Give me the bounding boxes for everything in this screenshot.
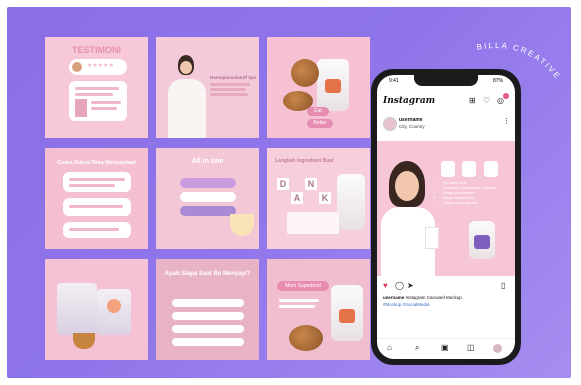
wheat-icon	[441, 161, 455, 177]
faq-line	[172, 338, 244, 346]
text-line	[279, 299, 319, 302]
caption-hashtags[interactable]: #Mockup #SocialMedia	[383, 302, 430, 307]
post-username[interactable]: username	[399, 117, 423, 123]
info-card	[63, 172, 131, 192]
tile-title: All in one	[191, 158, 224, 165]
flower-icon	[107, 299, 121, 313]
text-line	[75, 93, 113, 96]
faq-line	[172, 299, 244, 307]
tile-title: Langkah Ingredient Buat	[275, 158, 334, 164]
feature-icon-row	[441, 161, 498, 182]
caption-username[interactable]: username	[383, 295, 404, 300]
label-eat: Eat	[307, 107, 329, 116]
benefit-list: Sup akan lezat Mudahkan menyiapkan makan…	[435, 181, 503, 206]
info-card	[63, 222, 131, 238]
post-avatar[interactable]	[383, 117, 397, 131]
letter-block: K	[319, 192, 331, 204]
woman-photo	[377, 161, 437, 276]
more-options-icon[interactable]: ⋮	[503, 117, 510, 125]
letter-block: A	[291, 192, 303, 204]
post-location: City, Country	[399, 124, 425, 129]
phone-notch	[414, 75, 478, 86]
glass-milk-image	[425, 227, 439, 249]
star-rating-icon: ★★★★★	[87, 63, 114, 69]
text-line	[69, 228, 119, 231]
phone-mockup: 9:41 87% Instagram ⊞ ♡ ◎ username City, …	[371, 69, 521, 365]
caption-text: Instagram Carousel Mockup	[405, 295, 462, 300]
tile-faq[interactable]: Apah Siapa Saat Bu Menyayi?	[156, 259, 259, 360]
tile-tips[interactable]: Homepinnedstuff tips	[156, 37, 259, 138]
tile-all-in-one[interactable]: All in one	[156, 148, 259, 249]
cookie-image	[291, 59, 319, 87]
label-better: Better	[307, 119, 333, 128]
search-icon[interactable]: ⌕	[415, 343, 419, 353]
tile-title: TESTIMONI	[72, 45, 121, 55]
reviewer-card: ★★★★★	[69, 59, 127, 75]
shop-icon[interactable]: ◫	[467, 343, 475, 352]
product-jar	[337, 174, 365, 230]
reels-icon[interactable]: ▣	[441, 343, 449, 352]
bookmark-icon[interactable]: ▯	[501, 281, 505, 290]
jar-icon	[462, 161, 477, 177]
text-line	[69, 205, 123, 208]
faq-line	[172, 312, 244, 320]
bottle-icon	[483, 161, 498, 177]
text-line	[69, 184, 115, 187]
bottom-nav: ⌂ ⌕ ▣ ◫	[377, 338, 515, 359]
text-line	[69, 178, 125, 181]
status-battery: 87%	[492, 78, 503, 84]
product-box	[287, 212, 339, 234]
comment-icon[interactable]: ◯	[395, 281, 404, 290]
review-card	[69, 81, 127, 121]
product-jar	[317, 59, 349, 111]
add-post-icon[interactable]: ⊞	[469, 96, 476, 105]
heart-icon[interactable]: ♡	[483, 96, 490, 105]
benefit-item: Variasi resep menarik	[443, 201, 503, 206]
tile-title: Cuma Solusi Bisa Menyayiwal	[57, 160, 136, 166]
mockup-background: BILLA CREATIVE TESTIMONI ★★★★★ Homepinne…	[7, 7, 571, 378]
tile-title: Apah Siapa Saat Bu Menyayi?	[164, 271, 251, 277]
option-pill	[180, 178, 236, 188]
product-thumbnail	[75, 99, 87, 117]
text-line	[210, 88, 246, 91]
woman-photo	[166, 51, 208, 138]
product-jar	[331, 285, 363, 341]
tea-cup-image	[73, 333, 95, 349]
info-card	[63, 198, 131, 216]
like-heart-icon[interactable]: ♥	[383, 281, 388, 290]
text-line	[210, 93, 248, 96]
tile-tea[interactable]	[45, 259, 148, 360]
tile-ingredient[interactable]: Langkah Ingredient Buat D A N K	[267, 148, 370, 249]
letter-block: D	[277, 178, 289, 190]
tile-title: Mom Superfood	[277, 281, 329, 291]
decor-bowl-icon	[230, 214, 254, 236]
text-line	[91, 107, 117, 110]
option-pill	[180, 206, 236, 216]
home-icon[interactable]: ⌂	[387, 343, 392, 352]
app-title: Instagram	[383, 96, 436, 106]
option-pill	[180, 192, 236, 202]
notification-badge	[503, 93, 509, 99]
post-image[interactable]: Sup akan lezat Mudahkan menyiapkan makan…	[377, 141, 515, 276]
product-jar	[469, 221, 495, 259]
tile-superfood[interactable]: Mom Superfood	[267, 259, 370, 360]
text-line	[91, 101, 121, 104]
tile-product-cookies[interactable]: Eat Better	[267, 37, 370, 138]
letter-block: N	[305, 178, 317, 190]
status-time: 9:41	[389, 78, 399, 84]
product-pouch-image	[57, 283, 97, 335]
phone-screen: 9:41 87% Instagram ⊞ ♡ ◎ username City, …	[377, 75, 515, 359]
text-line	[75, 87, 119, 90]
share-icon[interactable]: ➤	[407, 281, 414, 290]
avatar	[72, 62, 82, 72]
caption: username Instagram Carousel Mockup	[383, 295, 462, 300]
text-line	[210, 83, 250, 86]
profile-avatar[interactable]	[493, 344, 502, 353]
cookie-image	[289, 325, 323, 351]
tile-testimoni[interactable]: TESTIMONI ★★★★★	[45, 37, 148, 138]
tile-solusi[interactable]: Cuma Solusi Bisa Menyayiwal	[45, 148, 148, 249]
tile-title: Homepinnedstuff tips	[210, 75, 257, 80]
text-line	[279, 305, 315, 308]
faq-line	[172, 325, 244, 333]
